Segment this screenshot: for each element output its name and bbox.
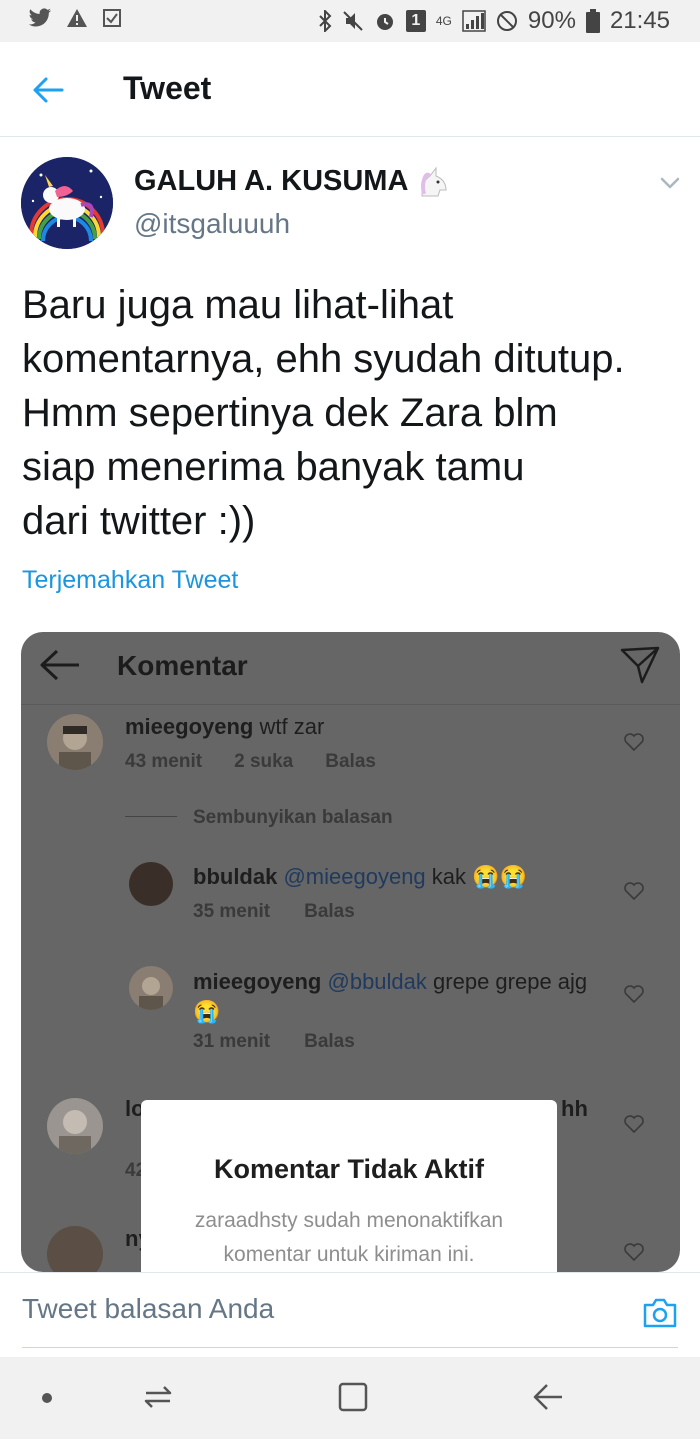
hide-replies-line (125, 816, 177, 817)
comments-disabled-dialog: Komentar Tidak Aktif zaraadhsty sudah me… (141, 1100, 557, 1272)
checkbox-icon (103, 9, 121, 27)
tweet-image[interactable]: Komentar mieegoyeng wtf zar 43 menit 2 s… (21, 632, 680, 1272)
status-bar: 1 4G 90% 21:45 (0, 0, 700, 42)
comment-text: mieegoyeng wtf zar (125, 714, 324, 740)
comment-time: 35 menit (193, 901, 271, 922)
app-header: Tweet (0, 42, 700, 137)
comment-meta: 43 menit 2 suka Balas (125, 751, 376, 773)
translate-tweet-link[interactable]: Terjemahkan Tweet (22, 566, 238, 595)
recent-apps-icon[interactable] (142, 1379, 174, 1415)
battery-icon (585, 9, 600, 33)
unicorn-emoji-icon (421, 166, 447, 196)
camera-icon[interactable] (642, 1297, 678, 1329)
tweet-text-line: Hmm sepertinya dek Zara blm (22, 391, 558, 435)
battery-percent: 90% (527, 7, 576, 34)
comment-avatar (129, 862, 173, 906)
comment-body: kak 😭😭 (431, 864, 527, 889)
tweet-text-line: siap menerima banyak tamu (22, 445, 525, 489)
comment-meta: 31 menit Balas (193, 1031, 355, 1053)
unicorn-avatar-image (21, 157, 113, 249)
back-arrow-icon[interactable] (30, 72, 66, 108)
comment-tail: hh (561, 1096, 588, 1121)
bluetooth-icon (319, 10, 332, 32)
do-not-disturb-icon (496, 11, 517, 31)
ig-send-icon (620, 646, 660, 684)
mute-icon (343, 11, 363, 31)
nav-dot-icon[interactable] (40, 1391, 54, 1405)
comment-avatar (47, 1226, 103, 1272)
comment-likes: 2 suka (234, 751, 294, 772)
author-avatar[interactable] (21, 157, 113, 249)
comment-mention: @bbuldak (327, 969, 427, 994)
comment-body: wtf zar (259, 714, 325, 739)
reply-input-underline (22, 1347, 678, 1348)
dialog-body: zaraadhsty sudah menonaktifkan komentar … (161, 1204, 537, 1272)
heart-icon (624, 1115, 644, 1134)
ig-header: Komentar (21, 632, 680, 705)
signal-icon (462, 10, 486, 32)
author-name[interactable]: GALUH A. KUSUMA (134, 165, 450, 198)
comment-user: bbuldak (193, 864, 278, 889)
notification-count-icon: 1 (405, 10, 426, 32)
dialog-title: Komentar Tidak Aktif (213, 1154, 485, 1184)
comment-reply: Balas (304, 901, 355, 922)
dialog-body-line: zaraadhsty sudah menonaktifkan (194, 1209, 504, 1232)
reply-input[interactable]: Tweet balasan Anda (22, 1293, 274, 1325)
comment-time: 31 menit (193, 1031, 271, 1052)
comment-body: grepe grepe ajg (433, 969, 588, 994)
home-icon[interactable] (337, 1381, 369, 1413)
comment-meta: 35 menit Balas (193, 901, 355, 923)
comment-emoji: 😭 (193, 999, 221, 1024)
heart-icon (624, 882, 644, 901)
page-title: Tweet (123, 70, 212, 106)
comment-avatar (47, 714, 103, 770)
comment-avatar (47, 1098, 103, 1154)
comment-reply: Balas (325, 751, 376, 772)
hide-replies: Sembunyikan balasan (193, 807, 393, 828)
system-nav-bar (0, 1357, 700, 1439)
heart-icon (624, 1243, 644, 1262)
ig-title: Komentar (117, 650, 248, 681)
network-type: 4G (435, 14, 452, 28)
comment-time: 43 menit (125, 751, 203, 772)
comment-reply: Balas (304, 1031, 355, 1052)
ig-back-arrow-icon (40, 649, 79, 681)
comment-user: mieegoyeng (193, 969, 322, 994)
comment-mention: @mieegoyeng (283, 864, 426, 889)
comment-avatar (129, 966, 173, 1010)
tweet-text-line: Baru juga mau lihat-lihat (22, 283, 454, 327)
heart-icon (624, 985, 644, 1004)
comment-text: mieegoyeng @bbuldak grepe grepe ajg 😭 (193, 967, 613, 1027)
author-name-text: GALUH A. KUSUMA (134, 165, 409, 197)
chevron-down-icon[interactable] (657, 170, 683, 196)
heart-icon (624, 733, 644, 752)
warning-icon (67, 9, 87, 27)
reply-bar: Tweet balasan Anda (0, 1272, 700, 1357)
dialog-body-line: komentar untuk kiriman ini. (223, 1243, 475, 1266)
alarm-icon (376, 14, 393, 30)
author-handle[interactable]: @itsgaluuuh (134, 208, 290, 240)
comment-text: bbuldak @mieegoyeng kak 😭😭 (193, 864, 527, 890)
twitter-icon (28, 8, 51, 27)
tweet-text-line: komentarnya, ehh syudah ditutup. (22, 337, 625, 381)
comment-text-partial-tail: hh (561, 1096, 588, 1122)
nav-back-icon[interactable] (530, 1379, 566, 1415)
tweet-text-line: dari twitter :)) (22, 499, 256, 543)
clock: 21:45 (609, 7, 670, 34)
comment-user: mieegoyeng (125, 714, 254, 739)
tweet-text: Baru juga mau lihat-lihat komentarnya, e… (22, 278, 682, 548)
